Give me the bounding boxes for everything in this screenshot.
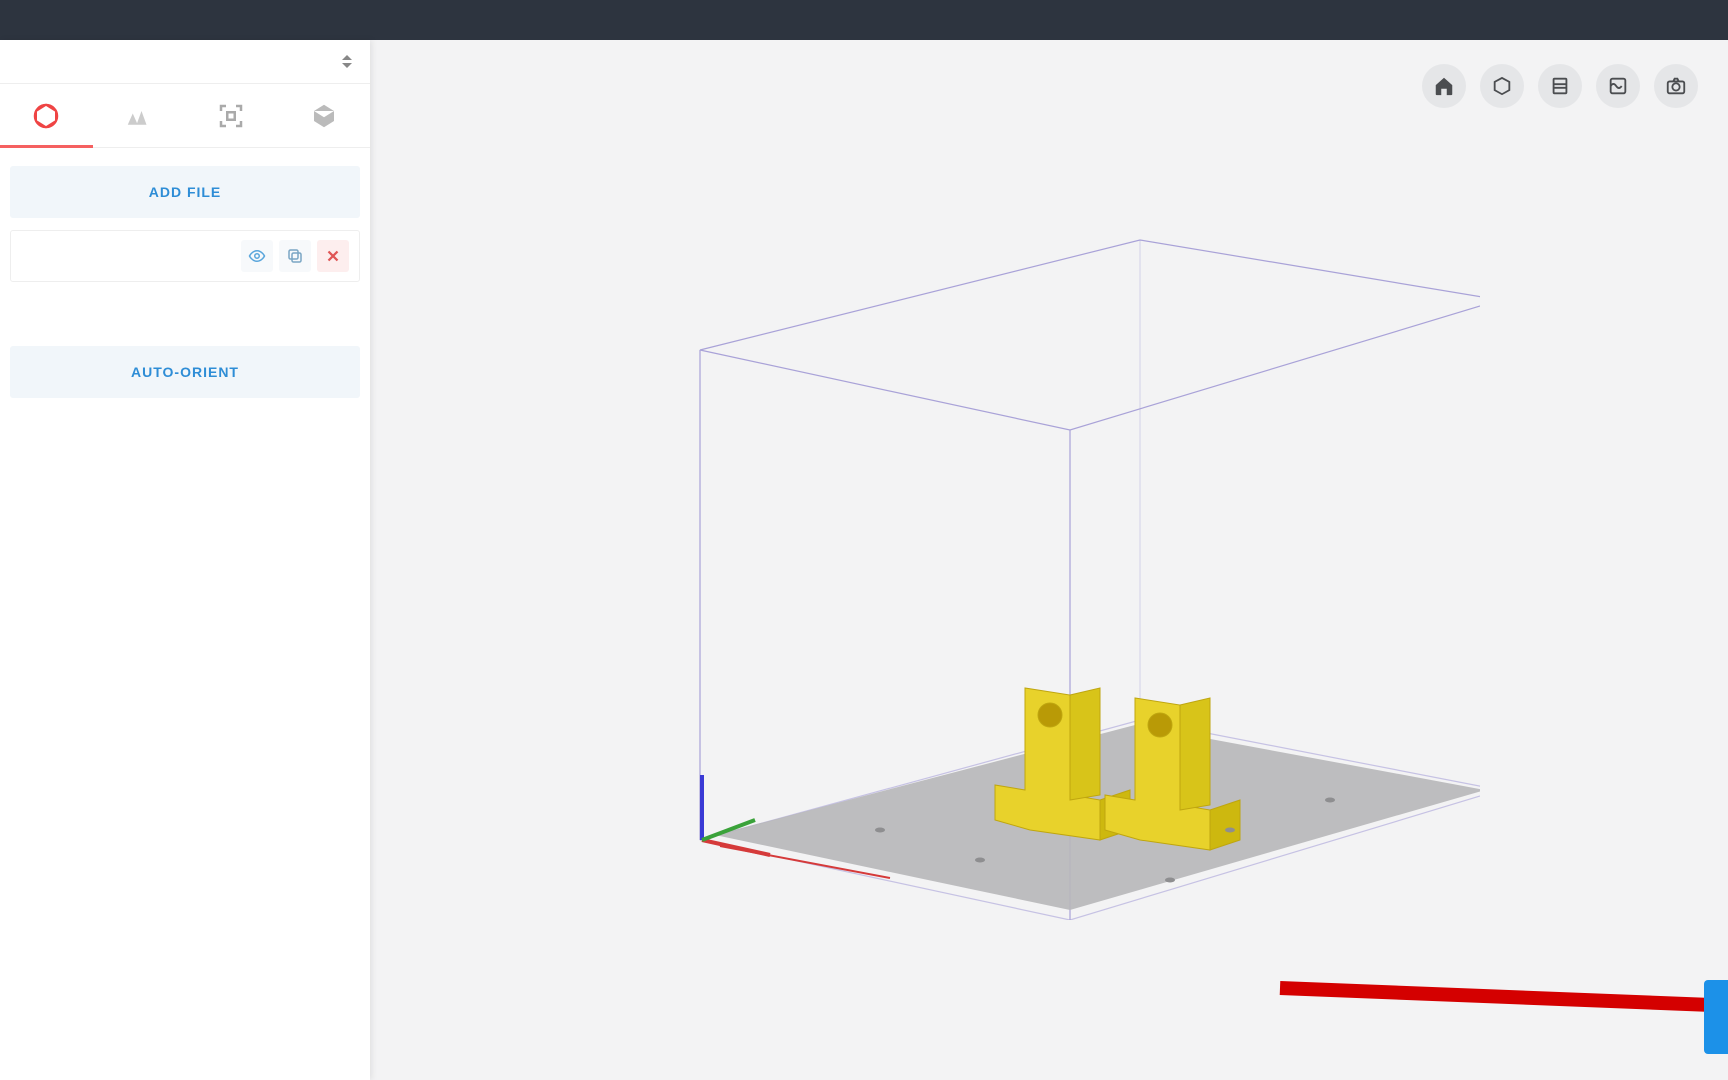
model-part	[995, 688, 1240, 850]
printer-dropdown[interactable]	[0, 40, 370, 84]
file-row[interactable]	[10, 230, 360, 282]
home-icon	[1433, 75, 1455, 97]
main: ADD FILE	[0, 40, 1728, 1080]
viewport-3d[interactable]	[370, 40, 1728, 1080]
toggle-visibility-button[interactable]	[241, 240, 273, 272]
sidebar-tabs	[0, 84, 370, 148]
build-volume	[630, 140, 1480, 920]
tab-supports[interactable]	[93, 84, 186, 147]
printer-icon	[309, 101, 339, 131]
cube-outline-icon	[31, 101, 61, 131]
titlebar	[0, 0, 1728, 40]
tab-layout[interactable]	[185, 84, 278, 147]
dropdown-caret-icon	[340, 52, 354, 72]
tab-models[interactable]	[0, 84, 93, 147]
wave-icon	[1607, 75, 1629, 97]
delete-button[interactable]	[317, 240, 349, 272]
cube-icon	[1491, 75, 1513, 97]
models-panel: ADD FILE	[0, 148, 370, 416]
perspective-button[interactable]	[1480, 64, 1524, 108]
camera-icon	[1665, 75, 1687, 97]
supports-icon	[124, 101, 154, 131]
tab-printer[interactable]	[278, 84, 371, 147]
layers-icon	[1549, 75, 1571, 97]
material-view-button[interactable]	[1596, 64, 1640, 108]
slice-view-button[interactable]	[1538, 64, 1582, 108]
auto-orient-button[interactable]: AUTO-ORIENT	[10, 346, 360, 398]
view-toolbar	[1422, 64, 1698, 108]
upload-button[interactable]	[1704, 980, 1728, 1054]
x-icon	[324, 247, 342, 265]
home-view-button[interactable]	[1422, 64, 1466, 108]
annotation-arrow	[1270, 970, 1728, 1050]
duplicate-icon	[286, 247, 304, 265]
fit-screen-icon	[216, 101, 246, 131]
add-file-button[interactable]: ADD FILE	[10, 166, 360, 218]
sidebar: ADD FILE	[0, 40, 370, 1080]
camera-view-button[interactable]	[1654, 64, 1698, 108]
duplicate-button[interactable]	[279, 240, 311, 272]
eye-icon	[248, 247, 266, 265]
